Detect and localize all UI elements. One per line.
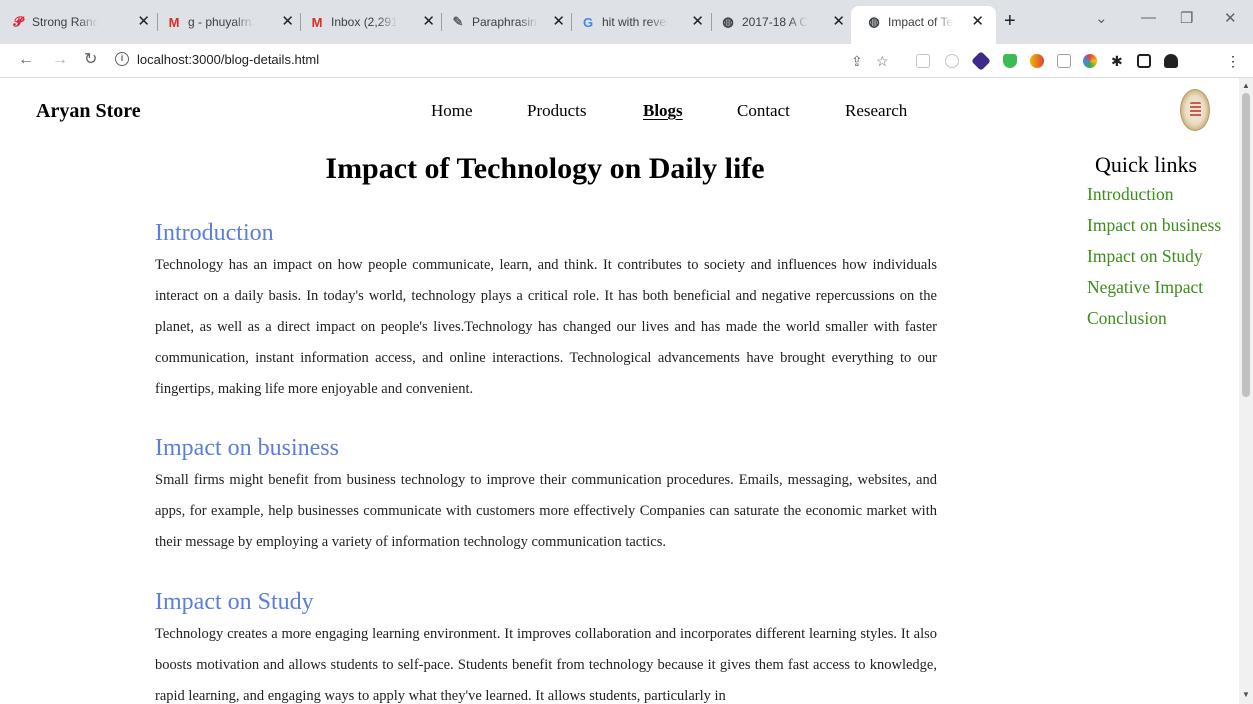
tab-title: Paraphrasing T [472,15,538,29]
avatar[interactable] [1180,89,1210,131]
gmail-icon: M [168,14,180,30]
extension-shield-icon[interactable] [1003,54,1017,68]
nav-research[interactable]: Research [845,101,907,121]
quick-links-title: Quick links [1095,152,1198,177]
tab-gmail-inbox[interactable]: M Inbox (2,291) - ✕ [309,11,435,33]
close-tab-icon[interactable]: ✕ [971,13,984,31]
side-panel-icon[interactable] [1137,54,1151,68]
globe-icon: ◍ [722,14,734,29]
quick-link-negative-impact[interactable]: Negative Impact [1087,272,1221,303]
quick-link-conclusion[interactable]: Conclusion [1087,303,1221,334]
section-body: Small firms might benefit from business … [155,472,937,550]
reload-icon[interactable]: ↻ [84,50,97,70]
extension-text-icon[interactable] [1057,54,1071,68]
nav-blogs[interactable]: Blogs [643,101,683,121]
blog-page: Aryan Store Home Products Blogs Contact … [0,78,1239,704]
new-tab-button[interactable]: + [1004,10,1016,32]
tab-cc4[interactable]: ◍ 2017-18 A CC4 ✕ [720,11,845,33]
tab-separator [300,13,301,31]
address-url[interactable]: localhost:3000/blog-details.html [137,52,319,67]
extension-badge-icon[interactable] [971,51,991,71]
section-body: Technology has an impact on how people c… [155,257,937,397]
site-info-icon[interactable]: i [115,52,129,66]
section-heading: Impact on business [155,435,339,461]
tab-title: Inbox (2,291) - [331,15,397,29]
close-tab-icon[interactable]: ✕ [832,13,845,31]
gmail-icon: M [311,14,323,30]
menu-kebab-icon[interactable]: ⋮ [1226,52,1240,70]
quick-links-panel: Quick links Introduction Impact on busin… [1087,151,1221,334]
extensions-puzzle-icon[interactable]: ✱ [1111,52,1123,70]
browser-toolbar: ← → ↻ i localhost:3000/blog-details.html… [0,44,1253,78]
browser-tab-strip: 𝓟 Strong Random ✕ M g - phuyalrn2@ ✕ M I… [0,0,1253,44]
site-brand[interactable]: Aryan Store [36,100,141,123]
quick-link-introduction[interactable]: Introduction [1087,179,1221,210]
scroll-down-arrow-icon[interactable]: ▼ [1242,690,1250,699]
tab-google-search[interactable]: G hit with reveng ✕ [580,11,704,33]
globe-icon: ◍ [868,14,880,29]
tab-title: hit with reveng [602,15,668,29]
close-tab-icon[interactable]: ✕ [552,13,565,31]
section-heading: Introduction [155,220,274,246]
restore-icon[interactable]: ❐ [1180,9,1193,27]
quick-link-impact-on-business[interactable]: Impact on business [1087,210,1221,241]
close-tab-icon[interactable]: ✕ [137,13,150,31]
close-window-icon[interactable]: ✕ [1224,9,1237,27]
quill-icon: ✎ [452,14,464,29]
close-tab-icon[interactable]: ✕ [422,13,435,31]
quick-link-impact-on-study[interactable]: Impact on Study [1087,241,1221,272]
tab-impact-of-tech[interactable]: ◍ Impact of Tech ✕ [866,11,984,33]
bookmark-star-icon[interactable]: ☆ [876,52,889,70]
extension-clock-icon[interactable] [945,54,959,68]
tab-separator [441,13,442,31]
page-scrollbar[interactable]: ▲ ▼ [1239,78,1253,704]
nav-contact[interactable]: Contact [737,101,790,121]
share-icon[interactable]: ⇪ [851,52,863,70]
back-arrow-icon[interactable]: ← [18,50,34,70]
tab-title: Strong Random [32,15,98,29]
tab-strong-random[interactable]: 𝓟 Strong Random ✕ [10,11,150,33]
close-tab-icon[interactable]: ✕ [281,13,294,31]
section-impact-on-study: Impact on Study Technology creates a mor… [155,587,937,704]
tab-separator [157,13,158,31]
scroll-up-arrow-icon[interactable]: ▲ [1242,81,1250,90]
tab-paraphrasing[interactable]: ✎ Paraphrasing T ✕ [450,11,565,33]
nav-home[interactable]: Home [431,101,473,121]
section-heading: Impact on Study [155,589,314,615]
nav-products[interactable]: Products [527,101,587,121]
extension-color-icon[interactable] [1083,54,1097,68]
tab-title: g - phuyalrn2@ [188,15,254,29]
extension-flame-icon[interactable] [1030,54,1044,68]
scrollbar-thumb[interactable] [1242,93,1250,397]
address-bar[interactable]: i localhost:3000/blog-details.html [113,47,903,75]
tab-gmail-search[interactable]: M g - phuyalrn2@ ✕ [166,11,294,33]
tab-title: 2017-18 A CC4 [742,15,808,29]
tab-search-icon[interactable]: ⌄ [1095,9,1108,27]
section-impact-on-business: Impact on business Small firms might ben… [155,433,937,558]
profile-icon[interactable] [1164,54,1178,68]
section-body: Technology creates a more engaging learn… [155,626,937,704]
tab-separator [571,13,572,31]
tab-separator [711,13,712,31]
forward-arrow-icon[interactable]: → [52,50,68,70]
minimize-icon[interactable]: — [1141,9,1156,26]
section-introduction: Introduction Technology has an impact on… [155,218,937,405]
extension-blank-icon[interactable] [916,54,930,68]
close-tab-icon[interactable]: ✕ [691,13,704,31]
tab-title: Impact of Tech [888,15,954,29]
p-logo-icon: 𝓟 [13,14,23,29]
google-icon: G [582,14,594,30]
page-title: Impact of Technology on Daily life [325,152,765,185]
